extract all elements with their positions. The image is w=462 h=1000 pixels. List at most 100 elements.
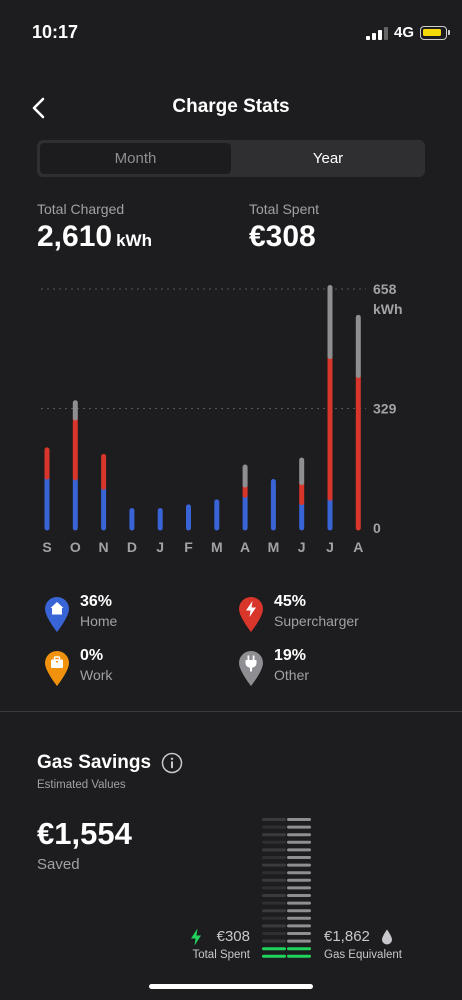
total-charged-value: 2,610 kWh <box>37 220 152 254</box>
tab-year[interactable]: Year <box>231 140 425 177</box>
y-unit-label: kWh <box>373 301 403 317</box>
stack-segment <box>287 932 311 935</box>
droplet-icon <box>382 929 392 945</box>
stack-segment <box>262 856 286 859</box>
stack-segment <box>287 924 311 928</box>
stack-segment <box>262 932 286 935</box>
stack-segment <box>287 878 311 882</box>
total-charged-number: 2,610 <box>37 220 113 253</box>
section-divider <box>0 711 462 712</box>
saved-label: Saved <box>37 856 80 873</box>
stack-segment <box>287 939 311 943</box>
x-tick-label: D <box>127 539 137 555</box>
legend-work: 0% Work <box>43 647 223 697</box>
x-tick-label: O <box>70 539 81 555</box>
stack-segment <box>287 886 311 890</box>
page-title: Charge Stats <box>172 96 290 117</box>
gas-equivalent-label: Gas Equivalent <box>324 949 402 961</box>
stack-segment <box>287 871 311 875</box>
charge-chart: 0 329 658 kWh S O N D J F M A M J J A <box>41 281 403 555</box>
x-tick-label: F <box>184 539 193 555</box>
lightning-icon <box>239 597 263 632</box>
stack-segment <box>287 856 311 859</box>
gas-equivalent-value: €1,862 <box>324 928 370 945</box>
legend-other-percent: 19% <box>274 647 307 664</box>
header: Charge Stats <box>0 88 462 128</box>
signal-icon <box>366 26 388 40</box>
legend-home-percent: 36% <box>80 593 113 610</box>
legend-home-label: Home <box>80 613 118 629</box>
period-segmented-control: Month Year <box>37 140 425 177</box>
stack-segment <box>287 848 311 852</box>
stack-segment <box>287 947 311 951</box>
y-tick-label: 0 <box>373 520 381 536</box>
stack-segment <box>262 939 286 943</box>
stack-segment <box>287 916 311 920</box>
stack-segment <box>262 947 286 951</box>
stack-segment <box>287 818 311 821</box>
saved-value: €1,554 <box>37 816 132 851</box>
x-tick-label: J <box>326 539 334 555</box>
status-bar: 10:17 4G <box>0 0 462 64</box>
stack-segment <box>262 909 286 913</box>
x-tick-label: J <box>156 539 164 555</box>
stack-segment <box>262 871 286 875</box>
stack-segment <box>262 848 286 852</box>
plug-icon <box>239 651 263 686</box>
stack-segment <box>262 818 286 821</box>
x-tick-label: M <box>211 539 223 555</box>
legend-work-label: Work <box>80 667 113 683</box>
y-tick-label: 329 <box>373 401 397 417</box>
legend-supercharger-percent: 45% <box>274 593 307 610</box>
x-tick-label: A <box>240 539 250 555</box>
stack-segment <box>287 909 311 913</box>
stack-segment <box>262 886 286 890</box>
x-tick-label: A <box>353 539 363 555</box>
stack-segment <box>262 840 286 844</box>
stack-segment <box>287 825 311 829</box>
stack-segment <box>262 863 286 867</box>
battery-icon <box>420 26 450 40</box>
legend-other: 19% Other <box>237 647 417 697</box>
network-label: 4G <box>394 24 415 41</box>
stack-segment <box>287 894 311 897</box>
legend-other-label: Other <box>274 667 310 683</box>
legend-supercharger-label: Supercharger <box>274 613 359 629</box>
legend-work-percent: 0% <box>80 647 104 664</box>
stack-segment <box>287 840 311 844</box>
gas-total-spent-value: €308 <box>216 928 250 945</box>
stack-segment <box>262 954 286 958</box>
total-charged-label: Total Charged <box>37 201 125 217</box>
briefcase-icon <box>45 651 69 686</box>
x-tick-label: N <box>99 539 109 555</box>
total-spent-value: €308 <box>249 220 316 253</box>
tab-month-label: Month <box>40 143 231 174</box>
gas-savings-title: Gas Savings <box>37 752 152 773</box>
stack-segment <box>287 863 311 867</box>
stack-segment <box>262 894 286 897</box>
stack-segment <box>262 878 286 882</box>
y-tick-label: 658 <box>373 281 397 297</box>
stack-segment <box>262 916 286 920</box>
stack-segment <box>262 833 286 837</box>
x-tick-label: S <box>42 539 51 555</box>
gas-equivalent: €1,862 Gas Equivalent <box>324 928 402 961</box>
tab-month[interactable]: Month <box>37 140 231 177</box>
home-icon <box>45 597 69 632</box>
x-tick-label: M <box>268 539 280 555</box>
x-tick-label: J <box>298 539 306 555</box>
lightning-icon <box>191 928 201 946</box>
stack-segment <box>287 954 311 958</box>
total-spent-label: Total Spent <box>249 201 320 217</box>
total-charged-unit: kWh <box>116 231 152 250</box>
gas-comparison-visual <box>262 818 311 958</box>
legend-supercharger: 45% Supercharger <box>237 593 417 643</box>
legend-home: 36% Home <box>43 593 223 643</box>
status-time: 10:17 <box>32 22 79 42</box>
info-icon[interactable] <box>161 752 183 774</box>
gas-total-spent-label: Total Spent <box>192 949 250 961</box>
home-indicator[interactable] <box>149 984 313 989</box>
gas-savings-subtitle: Estimated Values <box>37 779 126 791</box>
stack-segment <box>262 901 286 905</box>
stack-segment <box>262 825 286 829</box>
